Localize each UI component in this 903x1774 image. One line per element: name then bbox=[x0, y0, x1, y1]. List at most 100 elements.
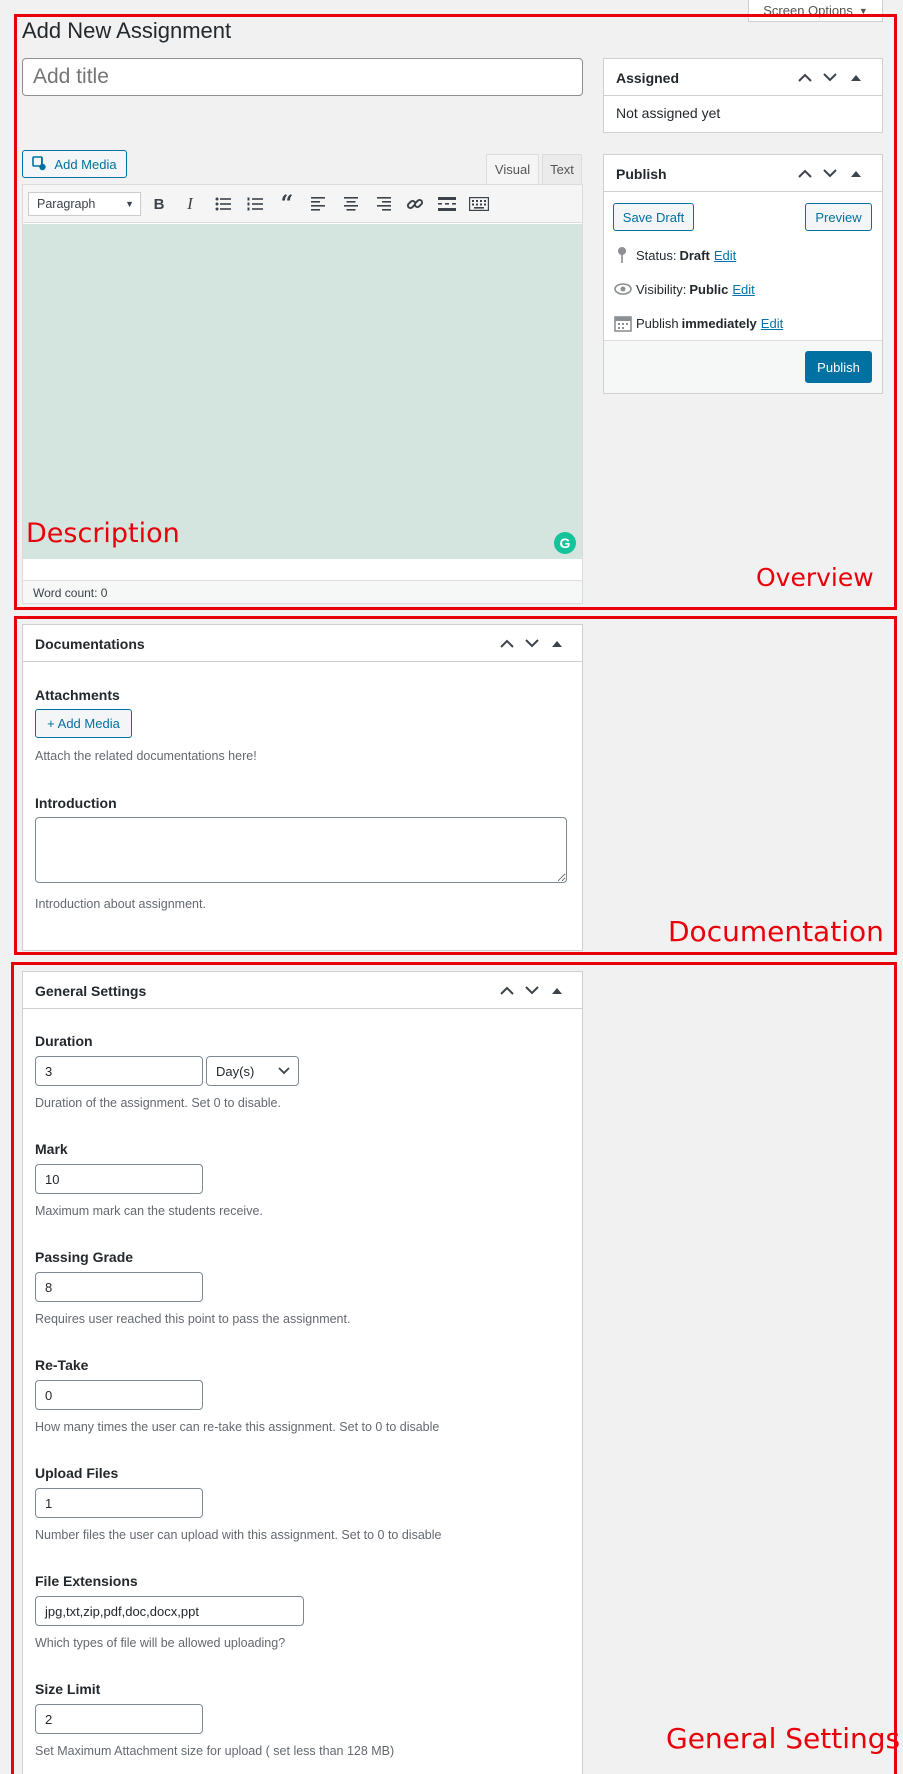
collapse-toggle-icon[interactable] bbox=[845, 162, 867, 184]
general-settings-annotation: General Settings bbox=[666, 1722, 901, 1755]
preview-button[interactable]: Preview bbox=[805, 203, 872, 231]
bullet-list-icon bbox=[215, 197, 231, 211]
move-up-icon[interactable] bbox=[794, 66, 816, 88]
pin-icon bbox=[618, 247, 626, 263]
documentations-box: Documentations Attachments + Add Media A… bbox=[22, 624, 583, 951]
bullet-list-button[interactable] bbox=[212, 192, 234, 216]
move-up-icon[interactable] bbox=[496, 632, 518, 654]
documentation-annotation: Documentation bbox=[668, 915, 884, 948]
file-extensions-label: File Extensions bbox=[35, 1573, 138, 1589]
add-media-button[interactable]: Add Media bbox=[22, 150, 127, 178]
assigned-title: Assigned bbox=[616, 70, 680, 86]
link-icon bbox=[406, 198, 424, 210]
edit-status-link[interactable]: Edit bbox=[714, 248, 736, 263]
media-icon bbox=[32, 156, 47, 171]
numbered-list-button[interactable] bbox=[244, 192, 266, 216]
read-more-button[interactable] bbox=[436, 192, 458, 216]
status-label: Status: bbox=[636, 247, 677, 263]
format-select-value: Paragraph bbox=[37, 197, 96, 211]
collapse-toggle-icon[interactable] bbox=[546, 632, 568, 654]
schedule-value: immediately bbox=[681, 315, 757, 331]
word-count: Word count: 0 bbox=[33, 586, 108, 600]
attachments-description: Attach the related documentations here! bbox=[35, 749, 257, 763]
numbered-list-icon bbox=[247, 197, 263, 211]
move-up-icon[interactable] bbox=[496, 979, 518, 1001]
align-left-icon bbox=[311, 197, 325, 211]
move-up-icon[interactable] bbox=[794, 162, 816, 184]
screen-options-label: Screen Options bbox=[763, 3, 853, 18]
documentations-header: Documentations bbox=[23, 625, 582, 662]
documentations-title: Documentations bbox=[35, 636, 145, 652]
file-extensions-input[interactable]: jpg,txt,zip,pdf,doc,docx,ppt bbox=[35, 1596, 304, 1626]
passing-grade-label: Passing Grade bbox=[35, 1249, 134, 1265]
blockquote-button[interactable]: “ bbox=[276, 191, 298, 217]
collapse-toggle-icon[interactable] bbox=[546, 979, 568, 1001]
bold-button[interactable]: B bbox=[148, 192, 170, 216]
toolbar-toggle-button[interactable] bbox=[468, 192, 490, 216]
description-annotation: Description bbox=[26, 518, 180, 549]
size-limit-description: Set Maximum Attachment size for upload (… bbox=[35, 1744, 395, 1758]
italic-button[interactable]: I bbox=[179, 192, 201, 216]
align-center-button[interactable] bbox=[340, 192, 362, 216]
passing-grade-description: Requires user reached this point to pass… bbox=[35, 1312, 351, 1326]
visibility-label: Visibility: bbox=[636, 281, 687, 297]
publish-button[interactable]: Publish bbox=[805, 351, 872, 383]
edit-visibility-link[interactable]: Edit bbox=[732, 282, 754, 297]
add-media-label: Add Media bbox=[54, 156, 117, 172]
mark-value: 10 bbox=[45, 1171, 60, 1187]
align-right-button[interactable] bbox=[372, 192, 394, 216]
retake-label: Re-Take bbox=[35, 1357, 89, 1373]
retake-value: 0 bbox=[45, 1387, 53, 1403]
title-input[interactable] bbox=[22, 58, 583, 96]
move-down-icon[interactable] bbox=[819, 66, 841, 88]
attachments-label: Attachments bbox=[35, 687, 120, 703]
doc-add-media-button[interactable]: + Add Media bbox=[35, 709, 132, 738]
passing-grade-value: 8 bbox=[45, 1279, 53, 1295]
preview-label: Preview bbox=[815, 209, 862, 225]
introduction-label: Introduction bbox=[35, 795, 117, 811]
size-limit-input[interactable]: 2 bbox=[35, 1704, 203, 1734]
align-right-icon bbox=[377, 197, 391, 211]
duration-unit-select[interactable]: Day(s) bbox=[206, 1056, 299, 1086]
assigned-header: Assigned bbox=[604, 59, 882, 96]
tab-text[interactable]: Text bbox=[542, 154, 582, 184]
chevron-down-icon bbox=[278, 1067, 290, 1075]
schedule-row: Publish immediately Edit bbox=[614, 313, 783, 333]
align-left-button[interactable] bbox=[308, 192, 330, 216]
mark-input[interactable]: 10 bbox=[35, 1164, 203, 1194]
duration-description: Duration of the assignment. Set 0 to dis… bbox=[35, 1096, 281, 1110]
upload-files-value: 1 bbox=[45, 1495, 53, 1511]
introduction-textarea[interactable] bbox=[35, 817, 567, 883]
editor-content-area[interactable] bbox=[23, 224, 582, 559]
size-limit-label: Size Limit bbox=[35, 1681, 101, 1697]
collapse-toggle-icon[interactable] bbox=[845, 66, 867, 88]
overview-annotation: Overview bbox=[756, 563, 874, 592]
tab-visual[interactable]: Visual bbox=[486, 154, 539, 184]
format-select[interactable]: Paragraph ▼ bbox=[28, 192, 141, 216]
upload-files-input[interactable]: 1 bbox=[35, 1488, 203, 1518]
move-down-icon[interactable] bbox=[521, 979, 543, 1001]
page-title: Add New Assignment bbox=[22, 18, 232, 43]
tab-text-label: Text bbox=[550, 162, 574, 177]
upload-files-description: Number files the user can upload with th… bbox=[35, 1528, 442, 1542]
publish-box: Publish Save Draft Preview Status: Draft… bbox=[603, 154, 883, 394]
grammarly-icon[interactable]: G bbox=[554, 532, 576, 554]
link-button[interactable] bbox=[404, 192, 426, 216]
eye-icon bbox=[614, 283, 632, 295]
save-draft-label: Save Draft bbox=[622, 209, 685, 225]
move-down-icon[interactable] bbox=[521, 632, 543, 654]
general-settings-box: General Settings Duration 3 Day(s) Durat… bbox=[22, 971, 583, 1774]
file-extensions-value: jpg,txt,zip,pdf,doc,docx,ppt bbox=[45, 1603, 199, 1619]
retake-input[interactable]: 0 bbox=[35, 1380, 203, 1410]
screen-options-button[interactable]: Screen Options ▼ bbox=[748, 0, 883, 22]
move-down-icon[interactable] bbox=[819, 162, 841, 184]
duration-value: 3 bbox=[45, 1063, 53, 1079]
passing-grade-input[interactable]: 8 bbox=[35, 1272, 203, 1302]
assigned-body: Not assigned yet bbox=[616, 105, 721, 121]
general-settings-title: General Settings bbox=[35, 983, 147, 999]
duration-input[interactable]: 3 bbox=[35, 1056, 203, 1086]
edit-schedule-link[interactable]: Edit bbox=[761, 316, 783, 331]
save-draft-button[interactable]: Save Draft bbox=[613, 203, 694, 231]
assigned-box: Assigned Not assigned yet bbox=[603, 58, 883, 133]
schedule-label: Publish bbox=[636, 315, 679, 331]
